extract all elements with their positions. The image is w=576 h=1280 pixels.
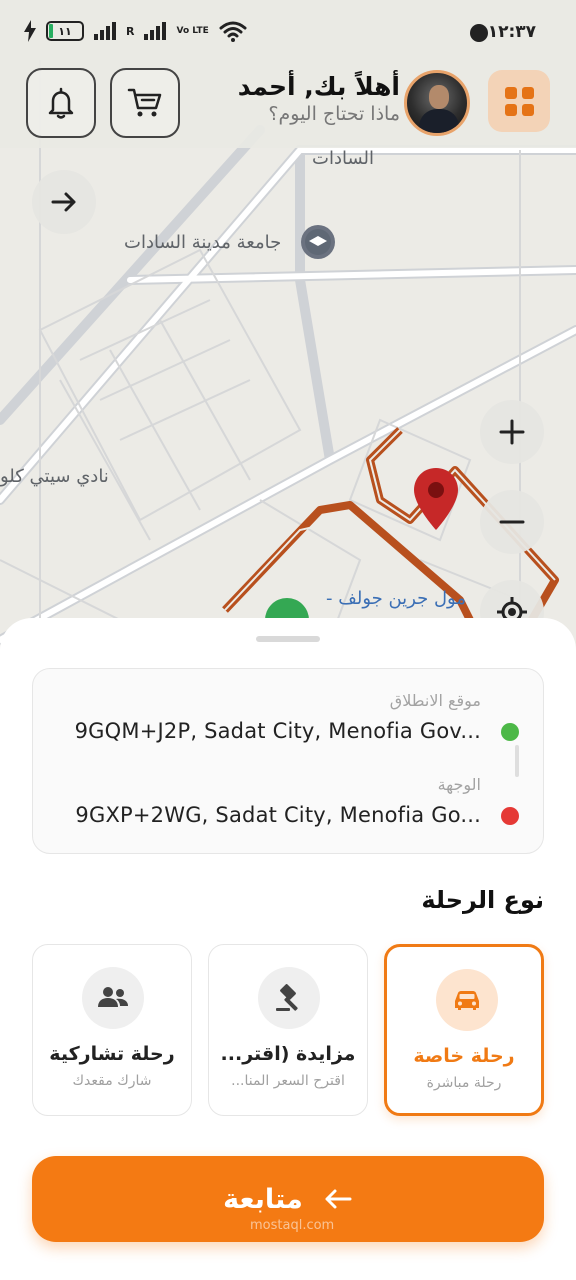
zoom-out-button[interactable] — [480, 490, 544, 554]
map-label-sadat: السادات — [312, 148, 374, 169]
trip-option-title: مزايدة (اقتر... — [220, 1043, 356, 1065]
trip-option-subtitle: شارك مقعدك — [72, 1073, 152, 1089]
status-bar: ١١ R Vo LTE ١٢:٣٧ — [0, 0, 576, 64]
trip-option-title: رحلة تشاركية — [49, 1043, 175, 1065]
trip-option-private[interactable]: رحلة خاصة رحلة مباشرة — [384, 944, 544, 1116]
volte-indicator: Vo LTE — [176, 25, 209, 36]
trip-option-subtitle: اقترح السعر المنا... — [231, 1073, 345, 1089]
trip-option-shared[interactable]: رحلة تشاركية شارك مقعدك — [32, 944, 192, 1116]
bell-icon — [48, 87, 74, 119]
grid-icon — [504, 86, 534, 116]
map-label-mall: مول جرين جولف - — [326, 588, 466, 609]
destination-pin-icon — [412, 466, 460, 532]
continue-label: متابعة — [223, 1183, 303, 1215]
pickup-dot-icon — [501, 723, 519, 741]
avatar[interactable] — [404, 70, 470, 136]
greeting-title: أهلاً بك, أحمد — [237, 72, 400, 101]
charging-icon — [24, 20, 36, 42]
map-label-university: جامعة مدينة السادات — [124, 232, 282, 253]
watermark: mostaql.com — [250, 1218, 335, 1233]
trip-option-title: رحلة خاصة — [413, 1045, 515, 1067]
back-arrow-button[interactable] — [32, 170, 96, 234]
destination-label: الوجهة — [437, 775, 481, 794]
destination-dot-icon — [501, 807, 519, 825]
route-card: موقع الانطلاق 9GQM+J2P, Sadat City, Meno… — [32, 668, 544, 854]
bottom-sheet: موقع الانطلاق 9GQM+J2P, Sadat City, Meno… — [0, 618, 576, 1280]
cart-icon — [127, 88, 162, 117]
messenger-icon — [470, 24, 488, 42]
notifications-button[interactable] — [26, 68, 96, 138]
gavel-icon — [258, 967, 320, 1029]
status-time: ١٢:٣٧ — [487, 22, 536, 42]
pickup-label: موقع الانطلاق — [389, 691, 481, 710]
pickup-value: 9GQM+J2P, Sadat City, Menofia Gov... — [74, 719, 481, 743]
zoom-in-button[interactable] — [480, 400, 544, 464]
pickup-row[interactable]: موقع الانطلاق 9GQM+J2P, Sadat City, Meno… — [31, 691, 543, 761]
car-icon — [436, 969, 498, 1031]
route-connector — [515, 745, 519, 777]
minus-icon — [499, 520, 525, 524]
group-icon — [82, 967, 144, 1029]
roaming-indicator: R — [126, 24, 135, 38]
signal-icon-2 — [144, 22, 167, 40]
destination-row[interactable]: الوجهة 9GXP+2WG, Sadat City, Menofia Go.… — [31, 775, 543, 845]
app-header: أهلاً بك, أحمد ماذا تحتاج اليوم؟ — [0, 64, 576, 148]
cart-button[interactable] — [110, 68, 180, 138]
arrow-right-icon — [51, 192, 76, 212]
map-label-club: نادي سيتي كلو — [0, 466, 109, 487]
drag-handle[interactable] — [256, 636, 320, 642]
trip-option-auction[interactable]: مزايدة (اقتر... اقترح السعر المنا... — [208, 944, 368, 1116]
trip-type-title: نوع الرحلة — [421, 886, 544, 914]
destination-value: 9GXP+2WG, Sadat City, Menofia Go... — [75, 803, 481, 827]
plus-icon — [499, 419, 525, 445]
greeting-subtitle: ماذا تحتاج اليوم؟ — [268, 103, 400, 125]
menu-grid-button[interactable] — [488, 70, 550, 132]
arrow-left-icon — [325, 1189, 352, 1209]
battery-indicator: ١١ — [46, 21, 84, 41]
battery-level: ١١ — [58, 24, 72, 38]
trip-option-subtitle: رحلة مباشرة — [426, 1075, 502, 1091]
greeting-block: أهلاً بك, أحمد ماذا تحتاج اليوم؟ — [238, 72, 400, 125]
wifi-icon — [219, 21, 247, 42]
signal-icon — [94, 22, 116, 40]
